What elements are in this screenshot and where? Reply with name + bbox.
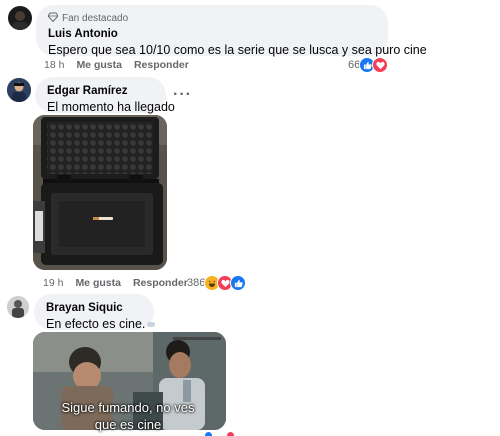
like-icon	[230, 275, 247, 291]
like-button[interactable]: Me gusta	[76, 59, 122, 71]
reaction-summary[interactable]: 66	[348, 57, 389, 73]
avatar[interactable]	[8, 6, 32, 30]
avatar[interactable]	[7, 296, 29, 318]
comment-author[interactable]: Brayan Siquic	[46, 301, 142, 316]
badge-label: Fan destacado	[62, 13, 129, 24]
comment-time[interactable]: 18 h	[44, 59, 64, 71]
comment-bubble: Brayan Siquic En efecto es cine.	[34, 294, 156, 333]
more-options-button[interactable]: ···	[173, 86, 192, 104]
comment-author[interactable]: Luis Antonio	[48, 27, 376, 42]
reaction-count: 386	[187, 277, 206, 289]
gif-caption: Sigue fumando, no ves que es cine	[61, 400, 195, 432]
love-icon	[372, 57, 389, 73]
comment-bubble: Edgar Ramírez El momento ha llegado	[35, 77, 175, 114]
comment-text: El momento ha llegado	[47, 100, 175, 114]
reply-button[interactable]: Responder	[134, 59, 189, 71]
reaction-summary[interactable]: 386	[187, 275, 247, 291]
fan-badge: Fan destacado	[47, 12, 376, 25]
like-button[interactable]: Me gusta	[75, 277, 121, 289]
smoke-emoji-icon	[147, 322, 156, 328]
avatar[interactable]	[7, 78, 31, 102]
like-icon	[205, 432, 212, 436]
comment-author[interactable]: Edgar Ramírez	[47, 84, 154, 99]
diamond-icon	[47, 12, 59, 25]
comment-actions: 19 h Me gusta Responder	[43, 277, 188, 289]
comment-bubble: Fan destacado Luis Antonio Espero que se…	[36, 5, 427, 57]
comment-text: En efecto es cine.	[46, 316, 156, 333]
comment-actions: 18 h Me gusta Responder	[44, 59, 189, 71]
reaction-summary-partial	[205, 432, 245, 436]
reply-button[interactable]: Responder	[133, 277, 188, 289]
comment-text: Espero que sea 10/10 como es la serie qu…	[48, 43, 427, 57]
comment-time[interactable]: 19 h	[43, 277, 63, 289]
comment-text-content: En efecto es cine.	[46, 317, 146, 331]
love-icon	[227, 432, 234, 436]
comment-photo[interactable]	[33, 115, 167, 270]
